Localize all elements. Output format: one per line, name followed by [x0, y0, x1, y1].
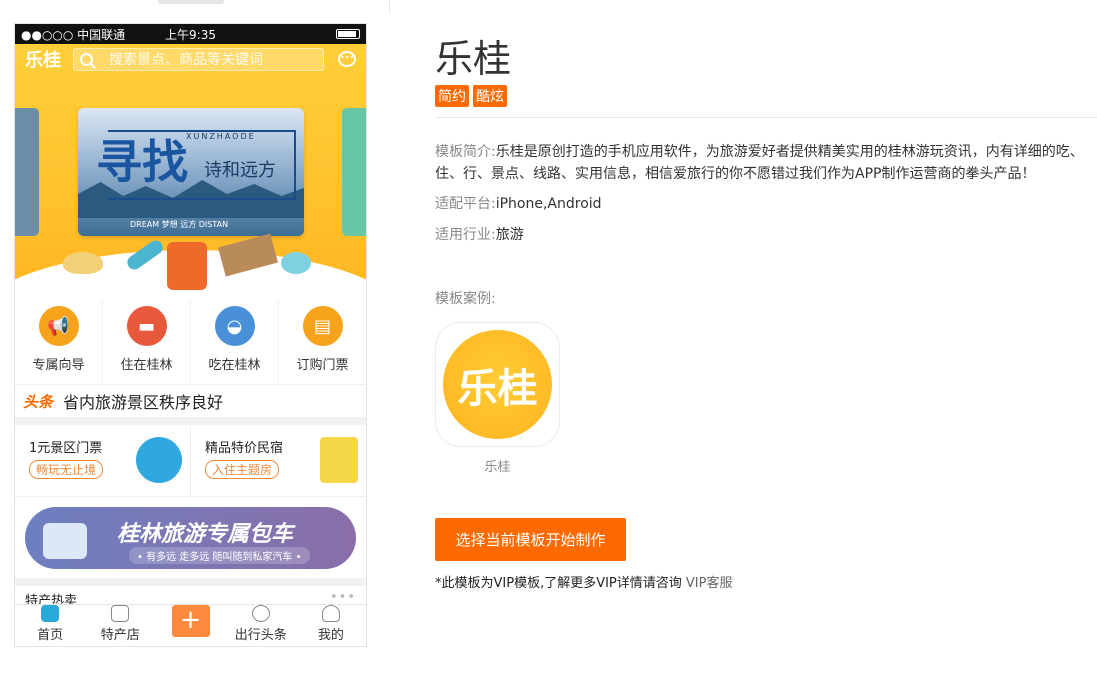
promo-sub: 入住主题房 [205, 460, 280, 479]
industry-value: 旅游 [495, 227, 524, 243]
platform-row: 适配平台:iPhone,Android [435, 193, 602, 215]
category-tickets[interactable]: ▤ 订购门票 [279, 300, 366, 384]
intro-label: 模板简介: [435, 144, 496, 160]
tab-label: 出行头条 [234, 628, 287, 643]
phone-preview: ●●○○○ 中国联通 上午9:35 乐桂 搜索景点、商品等关键词 ••• 寻找 … [0, 0, 390, 679]
headline-text: 省内旅游景区秩序良好 [63, 393, 224, 412]
banner-next-slide[interactable] [342, 108, 366, 236]
promo-row: 1元景区门票 畅玩无止境 精品特价民宿 入住主题房 [15, 425, 366, 497]
divider [435, 117, 1097, 118]
case-label: 模板案例: [435, 291, 496, 307]
tab-home[interactable]: 首页 [15, 605, 85, 646]
tag-cool[interactable]: 酷炫 [473, 85, 507, 107]
promo-sub: 畅玩无止境 [29, 460, 104, 479]
panel-divider [389, 0, 390, 14]
app-case-icon[interactable]: 乐桂 [435, 322, 560, 447]
tab-shop[interactable]: 特产店 [85, 605, 155, 646]
banner-slide[interactable]: 寻找 XUNZHAODE 诗和远方 DREAM 梦想 远方 DISTAN [78, 108, 304, 236]
headline-bar[interactable]: 头条 省内旅游景区秩序良好 [15, 385, 366, 425]
ticket-icon: ▤ [302, 306, 343, 346]
charter-banner[interactable]: 桂林旅游专属包车 • 有多远 走多远 随叫随到私家汽车 • [25, 507, 356, 569]
megaphone-icon: 📢 [38, 306, 79, 346]
tab-label: 首页 [37, 628, 64, 643]
page-title: 乐桂 [435, 37, 512, 81]
app-case-name: 乐桂 [484, 460, 511, 475]
surfboard-graphic [124, 237, 166, 273]
status-bar: ●●○○○ 中国联通 上午9:35 [15, 24, 366, 44]
tab-bar: 首页 特产店 + 出行头条 我的 [15, 604, 366, 646]
banner-prev-slide[interactable] [15, 108, 39, 236]
style-tags: 简约 酷炫 [435, 85, 507, 107]
life-vest-graphic [167, 242, 207, 290]
category-eat[interactable]: ◒ 吃在桂林 [191, 300, 279, 384]
category-guide[interactable]: 📢 专属向导 [15, 300, 103, 384]
tag-simple[interactable]: 简约 [435, 85, 469, 107]
preview-tab-handle[interactable] [158, 0, 224, 4]
app-logo: 乐桂 [25, 50, 61, 71]
user-icon [321, 605, 340, 622]
intro-text: 乐桂是原创打造的手机应用软件，为旅游爱好者提供精美实用的桂林游玩资讯，内有详细的… [435, 144, 1084, 182]
charter-title: 桂林旅游专属包车 [117, 522, 294, 547]
charter-sub: • 有多远 走多远 随叫随到私家汽车 • [129, 547, 310, 564]
vip-note-text: *此模板为VIP模板,了解更多VIP详情请咨询 [435, 576, 686, 591]
industry-row: 适用行业:旅游 [435, 224, 524, 246]
search-input[interactable]: 搜索景点、商品等关键词 [73, 47, 324, 71]
status-time: 上午9:35 [165, 27, 216, 42]
tab-travel-news[interactable]: 出行头条 [226, 605, 296, 646]
search-placeholder: 搜索景点、商品等关键词 [109, 52, 263, 68]
intro-row: 模板简介:乐桂是原创打造的手机应用软件，为旅游爱好者提供精美实用的桂林游玩资讯，… [435, 141, 1085, 185]
start-template-button[interactable]: 选择当前模板开始制作 [435, 518, 626, 561]
banner-title: 诗和远方 [204, 160, 276, 181]
category-label: 住在桂林 [120, 358, 173, 373]
platform-label: 适配平台: [435, 196, 496, 212]
headline-tag: 头条 [23, 392, 54, 411]
vip-note: *此模板为VIP模板,了解更多VIP详情请咨询 VIP客服 [435, 572, 732, 591]
category-label: 专属向导 [32, 358, 85, 373]
promo-homestay[interactable]: 精品特价民宿 入住主题房 [191, 425, 366, 496]
category-grid: 📢 专属向导 ▬ 住在桂林 ◒ 吃在桂林 ▤ 订购门票 [15, 300, 366, 385]
tab-add[interactable]: + [155, 605, 225, 646]
category-stay[interactable]: ▬ 住在桂林 [103, 300, 191, 384]
category-label: 吃在桂林 [208, 358, 261, 373]
banner-pinyin: XUNZHAODE [186, 132, 256, 141]
platform-value: iPhone,Android [495, 196, 602, 212]
message-icon[interactable]: ••• [338, 51, 356, 67]
hero-area: 乐桂 搜索景点、商品等关键词 ••• 寻找 XUNZHAODE 诗和远方 DRE… [15, 44, 366, 300]
bus-icon [43, 523, 87, 559]
app-top-bar: 乐桂 搜索景点、商品等关键词 ••• [15, 44, 366, 74]
noodle-bowl-icon: ◒ [214, 306, 255, 346]
hotel-building-icon [320, 437, 358, 483]
flip-flops-graphic [281, 252, 311, 274]
plus-icon: + [171, 605, 210, 637]
tab-me[interactable]: 我的 [296, 605, 366, 646]
bed-icon: ▬ [126, 306, 167, 346]
more-icon[interactable]: ••• [330, 590, 356, 605]
phone-screen: ●●○○○ 中国联通 上午9:35 乐桂 搜索景点、商品等关键词 ••• 寻找 … [14, 23, 367, 647]
search-icon [80, 52, 93, 66]
case-row: 模板案例: [435, 288, 496, 310]
hot-products-header: 特产热卖 ••• [15, 578, 366, 609]
straw-hat-graphic [63, 252, 103, 274]
battery-icon [336, 29, 360, 39]
shopping-bag-icon [111, 605, 130, 622]
banner-caption: DREAM 梦想 远方 DISTAN [130, 220, 229, 229]
bamboo-raft-graphic [218, 233, 278, 277]
banner-big-text: 寻找 [96, 135, 188, 189]
promo-tickets[interactable]: 1元景区门票 畅玩无止境 [15, 425, 191, 496]
tab-label: 特产店 [100, 628, 140, 643]
vip-service-link[interactable]: VIP客服 [686, 576, 733, 591]
template-detail: 乐桂 简约 酷炫 模板简介:乐桂是原创打造的手机应用软件，为旅游爱好者提供精美实… [435, 0, 1097, 679]
category-label: 订购门票 [296, 358, 349, 373]
home-icon [41, 605, 60, 622]
industry-label: 适用行业: [435, 227, 496, 243]
hot-title: 特产热卖 [25, 594, 78, 609]
app-logo-icon: 乐桂 [443, 330, 552, 439]
lightbulb-icon [251, 605, 270, 622]
one-yuan-badge-icon [136, 437, 182, 483]
tab-label: 我的 [317, 628, 344, 643]
